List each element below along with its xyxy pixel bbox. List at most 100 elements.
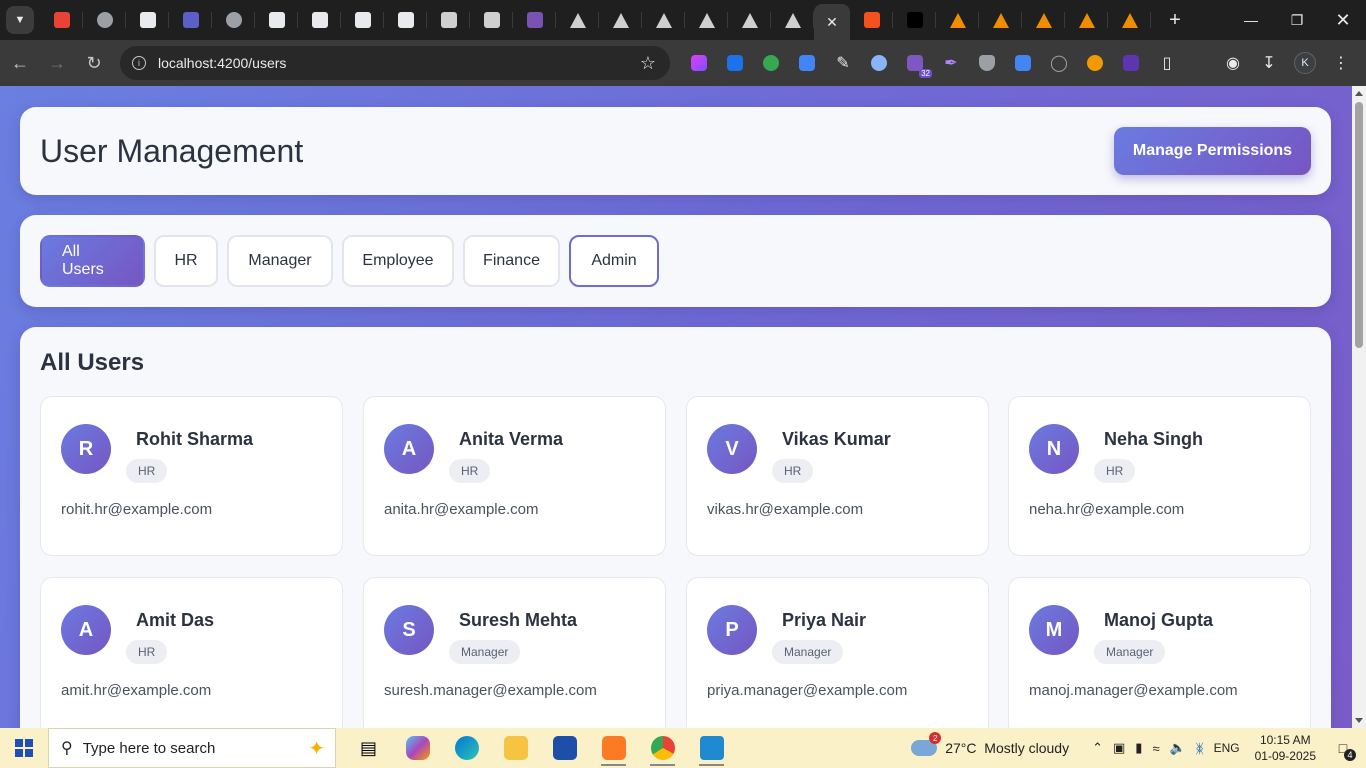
user-name: Amit Das [136, 610, 215, 630]
back-button[interactable]: ← [3, 46, 37, 80]
language-indicator[interactable]: ENG [1214, 741, 1240, 755]
extension-button[interactable] [1116, 48, 1146, 78]
scroll-down-icon[interactable] [1355, 718, 1363, 723]
browser-tab[interactable] [212, 0, 255, 40]
chrome-app[interactable] [638, 728, 687, 768]
extension-button[interactable] [684, 48, 714, 78]
extension-button[interactable]: ◯ [1044, 48, 1074, 78]
browser-menu-button[interactable]: ⋮ [1326, 48, 1356, 78]
user-card[interactable]: P Priya Nair Manager priya.manager@example.… [686, 577, 989, 728]
filter-hr[interactable]: HR [154, 235, 218, 287]
user-name: Vikas Kumar [782, 429, 891, 449]
browser-tab[interactable] [1065, 0, 1108, 40]
address-bar[interactable]: i localhost:4200/users ☆ [120, 46, 670, 80]
wifi-icon[interactable]: ≈ [1152, 741, 1159, 756]
extension-button[interactable] [756, 48, 786, 78]
browser-tab[interactable] [126, 0, 169, 40]
extension-button[interactable] [720, 48, 750, 78]
user-card[interactable]: A Amit Das HR amit.hr@example.com [40, 577, 343, 728]
browser-tab[interactable] [40, 0, 83, 40]
volume-icon[interactable]: 🔈 [1170, 740, 1186, 756]
browser-tab[interactable] [599, 0, 642, 40]
extension-button[interactable] [864, 48, 894, 78]
xampp-app[interactable] [589, 728, 638, 768]
restore-button[interactable]: ❐ [1274, 0, 1320, 40]
weather-widget[interactable]: 2 27°C Mostly cloudy [911, 732, 1069, 756]
browser-tab[interactable] [979, 0, 1022, 40]
browser-tab[interactable] [298, 0, 341, 40]
extension-button[interactable] [1080, 48, 1110, 78]
user-card[interactable]: S Suresh Mehta Manager suresh.manager@examp… [363, 577, 666, 728]
extension-button[interactable]: ✒ [936, 48, 966, 78]
extension-button[interactable]: ✎ [828, 48, 858, 78]
browser-tab[interactable] [427, 0, 470, 40]
browser-tab[interactable] [685, 0, 728, 40]
user-card[interactable]: A Anita Verma HR anita.hr@example.com [363, 396, 666, 556]
notification-button[interactable]: □ 4 [1328, 733, 1358, 763]
downloads-button[interactable]: ↧ [1254, 48, 1284, 78]
browser-tab[interactable] [83, 0, 126, 40]
scrollbar-thumb[interactable] [1355, 102, 1363, 348]
browser-tab-active[interactable]: ✕ [814, 4, 850, 40]
new-tab-button[interactable]: + [1159, 4, 1191, 36]
user-card[interactable]: R Rohit Sharma HR rohit.hr@example.com [40, 396, 343, 556]
browser-tab[interactable] [341, 0, 384, 40]
bluetooth-icon[interactable]: ᛤ [1196, 741, 1204, 756]
extensions-menu-button[interactable]: ▯ [1152, 48, 1182, 78]
clock[interactable]: 10:15 AM 01-09-2025 [1255, 732, 1316, 764]
extension-button[interactable] [972, 48, 1002, 78]
browser-tab[interactable] [936, 0, 979, 40]
browser-tab[interactable] [556, 0, 599, 40]
minimize-button[interactable]: — [1228, 0, 1274, 40]
screenshot-button[interactable]: ◉ [1218, 48, 1248, 78]
user-card[interactable]: M Manoj Gupta Manager manoj.manager@example… [1008, 577, 1311, 728]
browser-tab[interactable] [169, 0, 212, 40]
browser-tab[interactable] [893, 0, 936, 40]
bookmark-star-icon[interactable]: ☆ [640, 53, 656, 74]
start-button[interactable] [0, 728, 48, 768]
kebab-menu-icon: ⋮ [1333, 55, 1349, 72]
browser-tab[interactable] [513, 0, 556, 40]
browser-tab[interactable] [470, 0, 513, 40]
edge-app[interactable] [442, 728, 491, 768]
profile-button[interactable]: K [1290, 48, 1320, 78]
user-card[interactable]: N Neha Singh HR neha.hr@example.com [1008, 396, 1311, 556]
filter-admin[interactable]: Admin [569, 235, 659, 287]
site-info-icon[interactable]: i [132, 56, 146, 70]
extension-button[interactable] [792, 48, 822, 78]
vscode-app[interactable] [687, 728, 736, 768]
browser-tab[interactable] [384, 0, 427, 40]
url-text[interactable]: localhost:4200/users [158, 55, 286, 71]
filter-employee[interactable]: Employee [342, 235, 454, 287]
file-explorer-app[interactable] [491, 728, 540, 768]
reload-button[interactable]: ↻ [77, 46, 111, 80]
tab-search-button[interactable]: ▼ [6, 6, 34, 34]
page-scrollbar[interactable] [1352, 86, 1366, 728]
browser-tab[interactable] [1022, 0, 1065, 40]
meet-icon[interactable]: ▣ [1113, 740, 1125, 756]
taskbar-search[interactable]: ⚲ Type here to search ✦ [48, 728, 336, 768]
browser-tab[interactable] [850, 0, 893, 40]
browser-tab[interactable] [1108, 0, 1151, 40]
filter-finance[interactable]: Finance [463, 235, 560, 287]
chevron-up-icon[interactable]: ⌃ [1092, 740, 1103, 756]
extension-button[interactable]: 32 [900, 48, 932, 78]
manage-permissions-button[interactable]: Manage Permissions [1114, 127, 1311, 175]
filter-manager[interactable]: Manager [227, 235, 333, 287]
extension-button[interactable] [1008, 48, 1038, 78]
close-window-button[interactable]: ✕ [1320, 0, 1366, 40]
task-view-button[interactable]: ▤ [344, 728, 393, 768]
feather-icon: ✒ [944, 55, 958, 72]
filter-all-users[interactable]: All Users [40, 235, 145, 287]
copilot-app[interactable] [393, 728, 442, 768]
browser-tab[interactable] [642, 0, 685, 40]
browser-tab[interactable] [255, 0, 298, 40]
scroll-up-icon[interactable] [1355, 91, 1363, 96]
store-app[interactable] [540, 728, 589, 768]
battery-icon[interactable]: ▮ [1135, 740, 1142, 756]
user-card[interactable]: V Vikas Kumar HR vikas.hr@example.com [686, 396, 989, 556]
close-icon[interactable]: ✕ [826, 14, 838, 31]
browser-tab[interactable] [728, 0, 771, 40]
browser-tab[interactable] [771, 0, 814, 40]
forward-button[interactable]: → [40, 46, 74, 80]
